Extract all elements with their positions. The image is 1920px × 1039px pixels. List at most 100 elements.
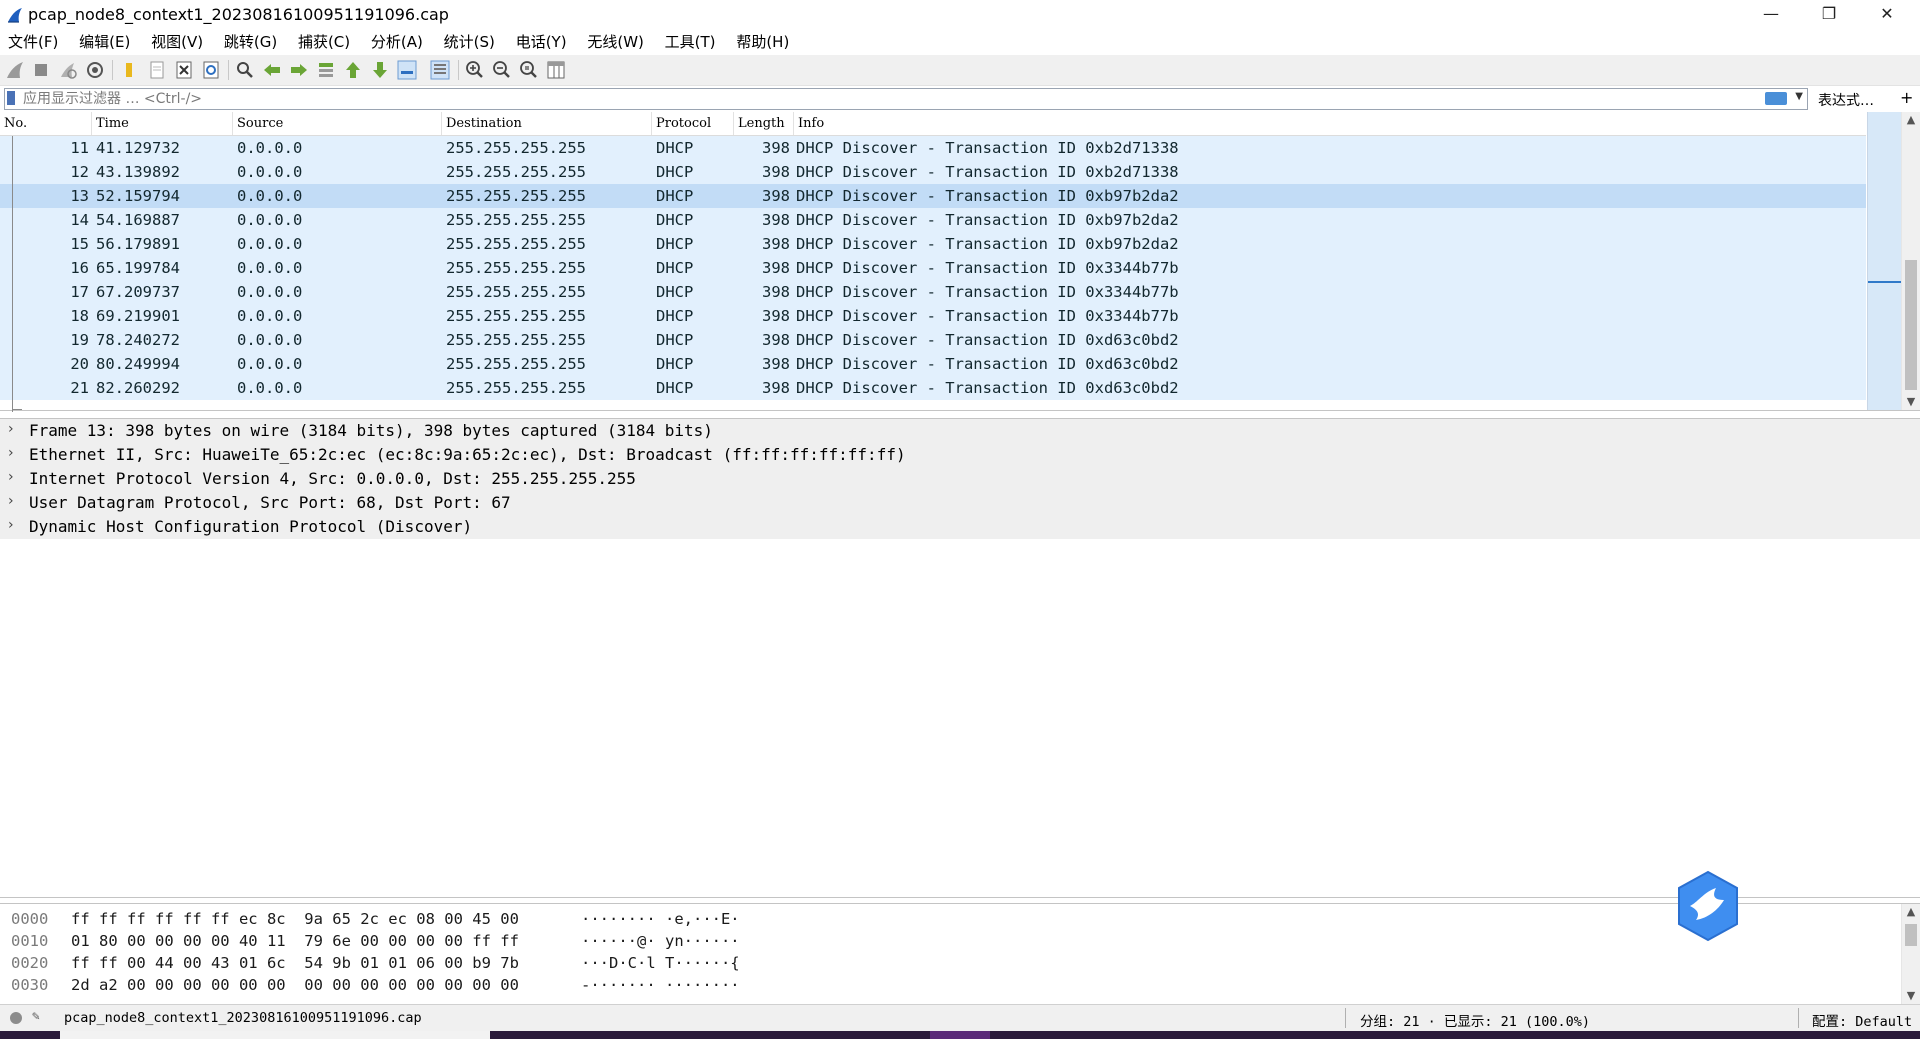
packet-row[interactable]: 14 54.169887 0.0.0.0 255.255.255.255 DHCP 398… [0, 208, 1866, 232]
open-file-icon[interactable] [118, 59, 140, 81]
expand-chevron-icon[interactable]: › [8, 421, 14, 437]
packet-protocol-cell: DHCP [656, 139, 694, 157]
packet-row[interactable]: 13 52.159794 0.0.0.0 255.255.255.255 DHCP 398… [0, 184, 1866, 208]
menu-file[interactable]: 文件(F) [0, 30, 66, 54]
detail-tree-item[interactable]: › Dynamic Host Configuration Protocol (Di… [0, 515, 1920, 539]
stop-capture-icon[interactable] [30, 59, 52, 81]
reload-file-icon[interactable] [200, 59, 222, 81]
menu-view[interactable]: 视图(V) [143, 30, 211, 54]
packet-protocol-cell: DHCP [656, 211, 694, 229]
expand-chevron-icon[interactable]: › [8, 493, 14, 509]
expand-chevron-icon[interactable]: › [8, 517, 14, 533]
capture-options-icon[interactable] [84, 59, 106, 81]
expert-info-icon[interactable] [10, 1012, 22, 1024]
detail-tree-item[interactable]: › Internet Protocol Version 4, Src: 0.0.0… [0, 467, 1920, 491]
packet-row[interactable]: 18 69.219901 0.0.0.0 255.255.255.255 DHCP 398… [0, 304, 1866, 328]
menu-wireless[interactable]: 无线(W) [579, 30, 652, 54]
capture-comment-icon[interactable]: ✎ [32, 1009, 40, 1024]
hex-bytes[interactable]: ff ff ff ff ff ff ec 8c 9a 65 2c ec 08 0… [71, 908, 519, 930]
detail-tree-item[interactable]: › Frame 13: 398 bytes on wire (3184 bits)… [0, 419, 1920, 443]
hex-offset: 0010 [11, 932, 49, 950]
restore-button[interactable]: ❐ [1800, 0, 1858, 30]
start-capture-icon[interactable] [4, 59, 26, 81]
packet-no-cell: 14 [70, 211, 89, 229]
close-file-icon[interactable] [173, 59, 195, 81]
normal-size-icon[interactable] [518, 59, 540, 81]
scroll-down-icon[interactable]: ▼ [1902, 988, 1920, 1004]
menu-tools[interactable]: 工具(T) [657, 30, 724, 54]
add-filter-button[interactable]: + [1900, 88, 1913, 107]
hex-bytes[interactable]: 2d a2 00 00 00 00 00 00 00 00 00 00 00 0… [71, 974, 519, 996]
packet-row[interactable]: 17 67.209737 0.0.0.0 255.255.255.255 DHCP 398… [0, 280, 1866, 304]
display-filter-input[interactable] [23, 89, 1763, 109]
close-button[interactable]: ✕ [1858, 0, 1916, 30]
profile-label[interactable]: 配置: Default [1812, 1010, 1912, 1030]
packet-protocol-cell: DHCP [656, 379, 694, 397]
column-header-protocol[interactable]: Protocol [652, 112, 734, 135]
last-packet-icon[interactable] [369, 59, 391, 81]
find-packet-icon[interactable] [234, 59, 256, 81]
packet-list-scrollbar[interactable]: ▲ ▼ [1901, 112, 1920, 410]
ascii-bytes[interactable]: -······· ········ [581, 974, 740, 996]
packet-minimap[interactable] [1867, 112, 1902, 410]
resize-columns-icon[interactable] [545, 59, 567, 81]
column-header-info[interactable]: Info [794, 112, 1866, 135]
menu-edit[interactable]: 编辑(E) [71, 30, 138, 54]
hex-bytes[interactable]: 01 80 00 00 00 00 40 11 79 6e 00 00 00 0… [71, 930, 519, 952]
packet-info-cell: DHCP Discover - Transaction ID 0xb97b2da… [796, 187, 1179, 205]
ascii-bytes[interactable]: ······@· yn······ [581, 930, 740, 952]
menu-help[interactable]: 帮助(H) [728, 30, 797, 54]
column-header-length[interactable]: Length [734, 112, 794, 135]
expand-chevron-icon[interactable]: › [8, 445, 14, 461]
save-file-icon[interactable] [146, 59, 168, 81]
menu-statistics[interactable]: 统计(S) [436, 30, 503, 54]
menu-go[interactable]: 跳转(G) [216, 30, 285, 54]
column-header-no[interactable]: No. [0, 112, 92, 135]
status-file-name: pcap_node8_context1_20230816100951191096… [64, 1010, 422, 1026]
scroll-up-icon[interactable]: ▲ [1902, 904, 1920, 920]
packet-row[interactable]: 12 43.139892 0.0.0.0 255.255.255.255 DHCP 398… [0, 160, 1866, 184]
packet-info-cell: DHCP Discover - Transaction ID 0x3344b77… [796, 259, 1179, 277]
restart-capture-icon[interactable] [57, 59, 79, 81]
menu-telephony[interactable]: 电话(Y) [508, 30, 575, 54]
taskbar-item[interactable] [60, 1031, 490, 1039]
apply-filter-arrow-icon[interactable] [1765, 92, 1787, 105]
packet-row[interactable]: 11 41.129732 0.0.0.0 255.255.255.255 DHCP 398… [0, 136, 1866, 160]
zoom-in-icon[interactable] [464, 59, 486, 81]
filter-history-dropdown-icon[interactable]: ▼ [1795, 91, 1803, 102]
first-packet-icon[interactable] [342, 59, 364, 81]
scroll-up-icon[interactable]: ▲ [1902, 112, 1920, 128]
bytes-scrollbar[interactable]: ▲ ▼ [1901, 904, 1920, 1004]
go-forward-icon[interactable] [288, 59, 310, 81]
floating-bird-assistant-icon[interactable] [1676, 870, 1740, 942]
expand-chevron-icon[interactable]: › [8, 469, 14, 485]
colorize-icon[interactable] [429, 59, 451, 81]
detail-tree-item[interactable]: › User Datagram Protocol, Src Port: 68, D… [0, 491, 1920, 515]
detail-tree-item[interactable]: › Ethernet II, Src: HuaweiTe_65:2c:ec (ec… [0, 443, 1920, 467]
packet-row[interactable]: 16 65.199784 0.0.0.0 255.255.255.255 DHCP 398… [0, 256, 1866, 280]
packet-row[interactable]: 20 80.249994 0.0.0.0 255.255.255.255 DHCP 398… [0, 352, 1866, 376]
packet-source-cell: 0.0.0.0 [237, 163, 303, 181]
packet-row[interactable]: 21 82.260292 0.0.0.0 255.255.255.255 DHCP 398… [0, 376, 1866, 400]
auto-scroll-icon[interactable] [396, 59, 418, 81]
go-to-packet-icon[interactable] [315, 59, 337, 81]
bookmark-icon[interactable] [7, 91, 15, 105]
taskbar-item[interactable] [930, 1031, 990, 1039]
packet-row[interactable]: 15 56.179891 0.0.0.0 255.255.255.255 DHCP 398… [0, 232, 1866, 256]
minimize-button[interactable]: — [1742, 0, 1800, 30]
zoom-out-icon[interactable] [491, 59, 513, 81]
column-header-time[interactable]: Time [92, 112, 233, 135]
expression-button[interactable]: 表达式… [1818, 90, 1874, 110]
ascii-bytes[interactable]: ···D·C·l T······{ [581, 952, 740, 974]
scrollbar-thumb[interactable] [1905, 924, 1917, 946]
menu-capture[interactable]: 捕获(C) [290, 30, 358, 54]
scroll-down-icon[interactable]: ▼ [1902, 394, 1920, 410]
column-header-destination[interactable]: Destination [442, 112, 652, 135]
menu-analyze[interactable]: 分析(A) [363, 30, 431, 54]
packet-row[interactable]: 19 78.240272 0.0.0.0 255.255.255.255 DHCP 398… [0, 328, 1866, 352]
scrollbar-thumb[interactable] [1905, 260, 1917, 390]
column-header-source[interactable]: Source [233, 112, 442, 135]
ascii-bytes[interactable]: ········ ·e,···E· [581, 908, 740, 930]
go-back-icon[interactable] [261, 59, 283, 81]
hex-bytes[interactable]: ff ff 00 44 00 43 01 6c 54 9b 01 01 06 0… [71, 952, 519, 974]
